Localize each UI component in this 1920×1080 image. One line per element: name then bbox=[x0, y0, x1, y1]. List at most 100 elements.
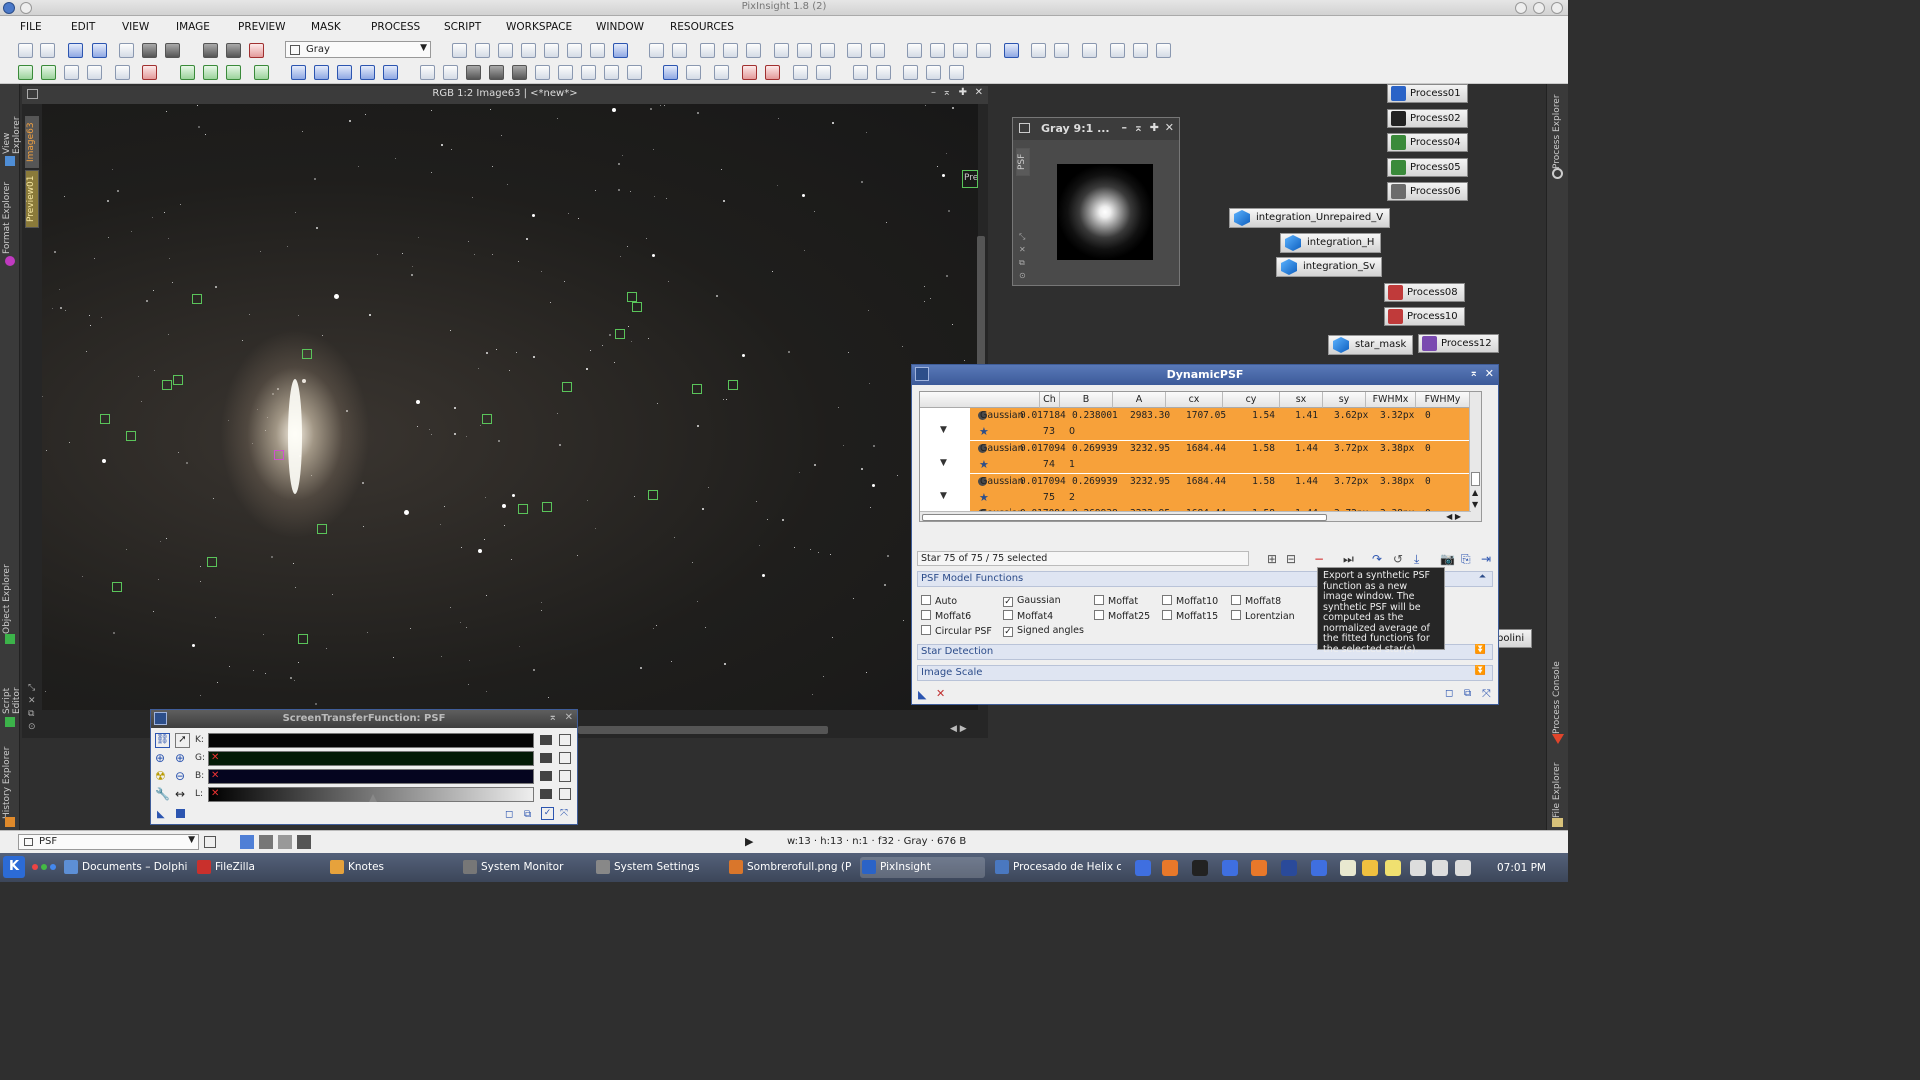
scroll-thumb[interactable] bbox=[1471, 472, 1480, 486]
sort-icon[interactable]: ⤓ bbox=[1414, 552, 1419, 567]
shade-icon[interactable]: ⌅ bbox=[549, 712, 557, 723]
toolbar-button-icon[interactable] bbox=[714, 65, 729, 80]
taskbar-item[interactable]: Documents – Dolphin bbox=[62, 857, 187, 878]
checkbox-lorentzian[interactable]: Lorentzian bbox=[1231, 610, 1295, 622]
tab-script-editor[interactable]: Script Editor bbox=[2, 659, 22, 714]
table-header-a[interactable]: A bbox=[1113, 392, 1166, 408]
checkbox-circular-psf[interactable]: Circular PSF bbox=[921, 625, 992, 637]
tray-icon[interactable] bbox=[1385, 860, 1401, 876]
expand-icon[interactable]: ⏬ bbox=[1475, 666, 1486, 676]
close-icon[interactable]: ✕ bbox=[975, 87, 983, 98]
toolbar-button-icon[interactable] bbox=[180, 65, 195, 80]
toolbar-button-icon[interactable] bbox=[314, 65, 329, 80]
image-icon-star-mask[interactable]: star_mask bbox=[1328, 335, 1414, 355]
toolbar-button-icon[interactable] bbox=[383, 65, 398, 80]
checkbox-moffat4[interactable]: Moffat4 bbox=[1003, 610, 1053, 622]
expand-window-icon[interactable]: ⤧ bbox=[560, 808, 568, 819]
psf-star-marker[interactable] bbox=[207, 557, 217, 567]
toolbar-button-icon[interactable] bbox=[466, 65, 481, 80]
tray-icon[interactable] bbox=[1192, 860, 1208, 876]
zoom-out-icon[interactable]: ⊖ bbox=[175, 769, 185, 783]
table-row[interactable]: Gaussian 0.017094 0.269939 3232.95 1684.44 1.… bbox=[970, 473, 1481, 490]
table-row[interactable]: ★ 75 2 bbox=[970, 490, 1481, 506]
toolbar-button-icon[interactable] bbox=[1031, 43, 1046, 58]
reset-icon[interactable]: ✕ bbox=[936, 687, 945, 700]
checkbox-box[interactable] bbox=[921, 610, 931, 620]
psf-star-marker[interactable] bbox=[562, 382, 572, 392]
recalc-icon[interactable]: ↺ bbox=[1393, 552, 1403, 566]
tray-icon[interactable] bbox=[1455, 860, 1471, 876]
psf-star-marker[interactable] bbox=[112, 582, 122, 592]
menu-process[interactable]: PROCESS bbox=[371, 21, 420, 33]
minimize-icon[interactable] bbox=[1515, 2, 1527, 14]
scroll-arrows-icon[interactable]: ◀ ▶ bbox=[950, 724, 967, 734]
process-icon-process02[interactable]: Process02 bbox=[1387, 109, 1468, 128]
toolbar-button-icon[interactable] bbox=[870, 43, 885, 58]
tab-image63[interactable]: Image63 bbox=[25, 116, 39, 168]
toolbar-button-icon[interactable] bbox=[953, 43, 968, 58]
psf-star-marker[interactable] bbox=[627, 292, 637, 302]
scroll-arrows-icon[interactable]: ◀ ▶ bbox=[1446, 512, 1461, 521]
tray-icon[interactable] bbox=[1340, 860, 1356, 876]
table-vscrollbar[interactable]: ▲ ▼ bbox=[1469, 392, 1481, 521]
view-selector[interactable]: PSF ▼ bbox=[18, 834, 199, 850]
menu-workspace[interactable]: WORKSPACE bbox=[506, 21, 572, 33]
checkbox-box[interactable] bbox=[921, 625, 931, 635]
toolbar-button-icon[interactable] bbox=[847, 43, 862, 58]
checkbox-moffat10[interactable]: Moffat10 bbox=[1162, 595, 1218, 607]
toolbar-button-icon[interactable] bbox=[203, 43, 218, 58]
channel-option-icon[interactable] bbox=[559, 770, 571, 782]
toolbar-button-icon[interactable] bbox=[558, 65, 573, 80]
midtones-handle[interactable] bbox=[369, 794, 377, 802]
menu-script[interactable]: SCRIPT bbox=[444, 21, 481, 33]
image-icon-integration-sv[interactable]: integration_Sv bbox=[1276, 257, 1383, 277]
toolbar-button-icon[interactable] bbox=[613, 43, 628, 58]
new-instance-icon[interactable]: ◣ bbox=[918, 688, 926, 701]
table-header-sx[interactable]: sx bbox=[1280, 392, 1323, 408]
pointer-icon[interactable]: ➚ bbox=[175, 733, 190, 748]
toolbar-button-icon[interactable] bbox=[92, 43, 107, 58]
checkbox-box[interactable] bbox=[1162, 610, 1172, 620]
display-rgb-icon[interactable] bbox=[240, 835, 254, 849]
toolbar-button-icon[interactable] bbox=[567, 43, 582, 58]
play-icon[interactable]: ▶ bbox=[745, 835, 753, 848]
toolbar-button-icon[interactable] bbox=[18, 43, 33, 58]
close-icon[interactable] bbox=[1551, 2, 1563, 14]
image-icon-integration-unrepaired-v[interactable]: integration_Unrepaired_V bbox=[1229, 208, 1391, 228]
tab-preview01[interactable]: Preview01 bbox=[25, 170, 39, 228]
psf-star-marker[interactable] bbox=[648, 490, 658, 500]
expand-icon[interactable]: ⏬ bbox=[1475, 645, 1486, 655]
table-header-cy[interactable]: cy bbox=[1223, 392, 1280, 408]
vertical-scrollbar[interactable] bbox=[977, 236, 985, 376]
stf-slider-l[interactable]: ✕ bbox=[208, 787, 534, 802]
toolbar-button-icon[interactable] bbox=[337, 65, 352, 80]
taskbar-item[interactable]: System Settings bbox=[594, 857, 719, 878]
toolbar-button-icon[interactable] bbox=[360, 65, 375, 80]
maximize-icon[interactable]: ✚ bbox=[1150, 121, 1159, 134]
toolbar-button-icon[interactable] bbox=[627, 65, 642, 80]
toolbar-button-icon[interactable] bbox=[1004, 43, 1019, 58]
toolbar-button-icon[interactable] bbox=[226, 65, 241, 80]
toolbar-button-icon[interactable] bbox=[226, 43, 241, 58]
channel-option-icon[interactable] bbox=[559, 752, 571, 764]
taskbar-item[interactable]: FileZilla bbox=[195, 857, 320, 878]
toolbar-button-icon[interactable] bbox=[793, 65, 808, 80]
kde-menu-icon[interactable]: K bbox=[3, 856, 25, 878]
scroll-up-icon[interactable]: ▲ bbox=[1472, 488, 1478, 497]
toolbar-button-icon[interactable] bbox=[142, 43, 157, 58]
psf-star-marker[interactable] bbox=[100, 414, 110, 424]
psf-star-marker[interactable] bbox=[615, 329, 625, 339]
collapse-all-icon[interactable]: ⊟ bbox=[1286, 552, 1296, 566]
new-instance-icon[interactable]: ◣ bbox=[157, 809, 165, 820]
display-r-icon[interactable] bbox=[259, 835, 273, 849]
check-icon[interactable]: ✓ bbox=[541, 807, 554, 820]
toolbar-button-icon[interactable] bbox=[746, 43, 761, 58]
toolbar-button-icon[interactable] bbox=[723, 43, 738, 58]
toolbar-button-icon[interactable] bbox=[452, 43, 467, 58]
toolbar-button-icon[interactable] bbox=[115, 65, 130, 80]
checkbox-box[interactable] bbox=[921, 595, 931, 605]
scroll-down-icon[interactable]: ▼ bbox=[1472, 500, 1478, 509]
taskbar-item[interactable]: Knotes bbox=[328, 857, 453, 878]
toolbar-button-icon[interactable] bbox=[581, 65, 596, 80]
display-g-icon[interactable] bbox=[278, 835, 292, 849]
